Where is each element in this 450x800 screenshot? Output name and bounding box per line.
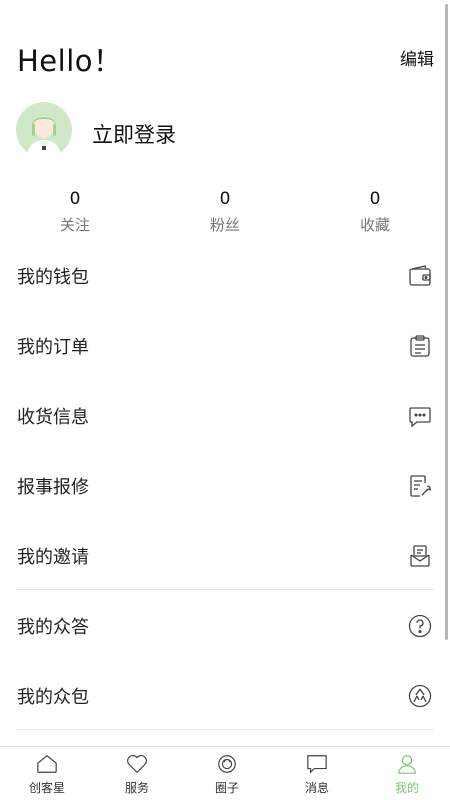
user-avatar-icon[interactable] — [16, 102, 72, 158]
tab-messages[interactable]: 消息 — [272, 747, 362, 800]
tab-mine[interactable]: 我的 — [362, 747, 450, 800]
home-icon — [37, 754, 57, 773]
greeting-title: Hello！ — [17, 44, 123, 78]
menu-item-wallet[interactable]: 我的钱包 — [0, 241, 450, 311]
wallet-icon — [409, 265, 431, 286]
divider — [16, 729, 434, 730]
tab-circle[interactable]: 圈子 — [182, 747, 272, 800]
menu-item-answers[interactable]: 我的众答 — [0, 591, 450, 661]
tab-label: 消息 — [304, 781, 329, 795]
heart-icon — [127, 755, 147, 774]
chat-bubble-icon — [409, 407, 431, 428]
stat-label: 粉丝 — [209, 216, 240, 234]
menu-list: 我的钱包 我的订单 收货信息 报事报修 我的邀请 我的众答 我的众包 — [0, 241, 450, 731]
edit-button[interactable]: 编辑 — [400, 45, 434, 70]
bottom-tab-bar: 创客星 服务 圈子 消息 我的 — [0, 746, 450, 800]
menu-item-label: 收货信息 — [17, 407, 89, 428]
stat-followers[interactable]: 0 粉丝 — [175, 187, 275, 235]
menu-item-invite[interactable]: 我的邀请 — [0, 521, 450, 591]
divider — [16, 589, 434, 590]
menu-item-orders[interactable]: 我的订单 — [0, 311, 450, 381]
header: Hello！ 编辑 — [0, 0, 450, 100]
menu-item-repair[interactable]: 报事报修 — [0, 451, 450, 521]
tab-label: 我的 — [394, 781, 419, 795]
stat-favorites[interactable]: 0 收藏 — [325, 187, 425, 235]
menu-item-label: 我的众包 — [17, 687, 89, 708]
circle-icon — [218, 755, 236, 773]
tab-label: 创客星 — [28, 781, 65, 795]
menu-item-crowd-package[interactable]: 我的众包 — [0, 661, 450, 731]
menu-item-shipping[interactable]: 收货信息 — [0, 381, 450, 451]
stat-following[interactable]: 0 关注 — [25, 187, 125, 235]
person-icon — [398, 755, 416, 774]
stat-value: 0 — [69, 189, 81, 209]
tab-services[interactable]: 服务 — [92, 747, 182, 800]
menu-item-label: 我的钱包 — [17, 267, 89, 288]
tab-home[interactable]: 创客星 — [2, 747, 92, 800]
menu-item-label: 我的众答 — [17, 617, 89, 638]
menu-item-label: 我的订单 — [17, 337, 89, 358]
stat-value: 0 — [369, 189, 381, 209]
stat-value: 0 — [219, 189, 231, 209]
stat-label: 关注 — [59, 216, 90, 234]
tab-label: 圈子 — [214, 781, 239, 795]
stats-row: 0 关注 0 粉丝 0 收藏 — [0, 187, 450, 239]
menu-item-label: 报事报修 — [17, 477, 89, 498]
stat-label: 收藏 — [359, 216, 390, 234]
clipboard-icon — [410, 335, 430, 357]
menu-item-label: 我的邀请 — [17, 547, 89, 568]
tab-label: 服务 — [124, 781, 149, 795]
question-circle-icon — [408, 614, 432, 638]
envelope-icon — [410, 545, 430, 567]
message-icon — [307, 755, 327, 774]
profile-section: 立即登录 — [0, 102, 450, 164]
crowd-package-icon — [408, 684, 432, 708]
edit-wrench-icon — [410, 475, 431, 497]
login-button[interactable]: 立即登录 — [92, 119, 176, 149]
